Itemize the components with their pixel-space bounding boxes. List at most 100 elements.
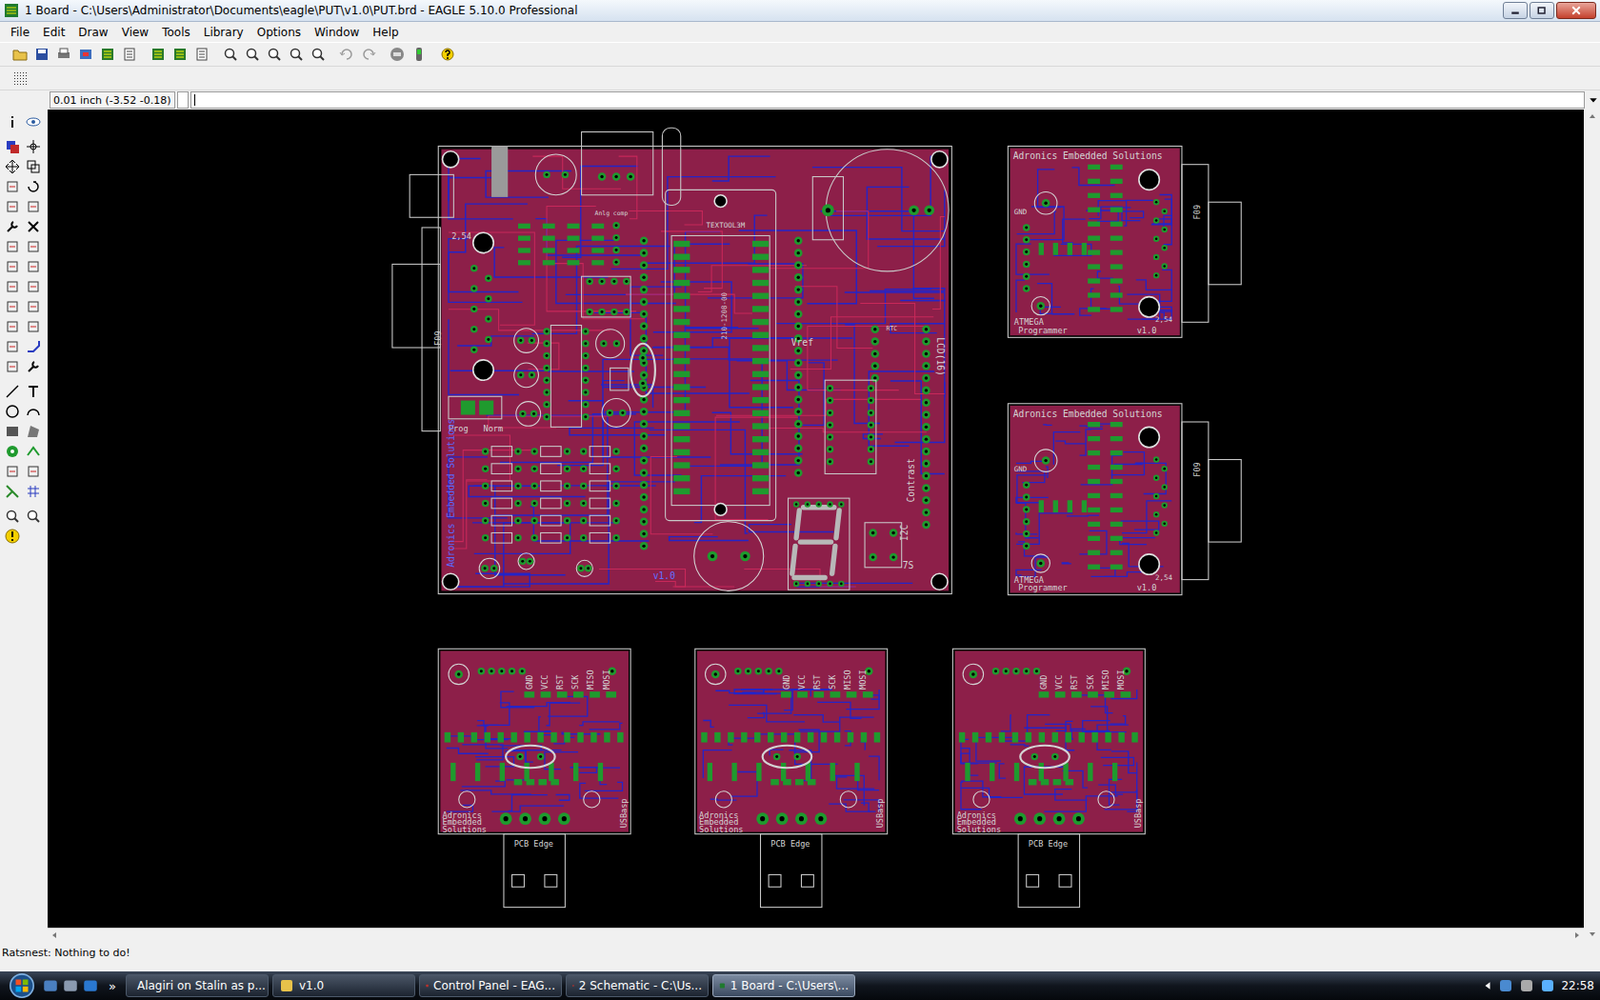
split-tool[interactable] <box>22 316 44 337</box>
mirror-tool[interactable] <box>1 176 23 197</box>
save-button[interactable] <box>31 43 53 65</box>
rect-tool[interactable] <box>1 420 23 441</box>
taskbar-item[interactable]: Control Panel - EAG... <box>419 974 562 998</box>
zoom-button[interactable] <box>307 43 329 65</box>
close-button[interactable] <box>1556 1 1597 20</box>
minimize-button[interactable] <box>1502 1 1528 20</box>
board-button[interactable] <box>169 43 191 65</box>
board-canvas[interactable]: TEXTOOL3M2,54F09ProgNormAnlg comp210-120… <box>47 109 1584 928</box>
start-button[interactable] <box>5 972 39 1000</box>
value-tool[interactable] <box>1 316 23 337</box>
menu-item[interactable]: Library <box>197 23 251 41</box>
warn-tool[interactable] <box>1 525 23 546</box>
zoom-button[interactable] <box>263 43 285 65</box>
zoom-button[interactable] <box>220 43 241 65</box>
menu-item[interactable]: Edit <box>36 23 72 41</box>
menu-item[interactable]: Tools <box>155 23 198 41</box>
explorer-icon[interactable] <box>61 977 80 995</box>
network-icon[interactable] <box>1498 978 1514 994</box>
via-tool[interactable] <box>1 440 23 461</box>
menu-item[interactable]: Help <box>365 23 405 41</box>
rotate-tool[interactable] <box>22 176 44 197</box>
menu-item[interactable]: Window <box>307 23 366 41</box>
paste-tool[interactable] <box>1 236 23 257</box>
desktop-icon[interactable] <box>41 977 60 995</box>
wrench-tool[interactable] <box>1 216 23 237</box>
replace-tool[interactable] <box>1 276 23 297</box>
lock-tool[interactable] <box>22 276 44 297</box>
ie-icon[interactable] <box>81 977 100 995</box>
volume-icon[interactable] <box>1519 978 1535 994</box>
menu-item[interactable]: Options <box>250 23 308 41</box>
pcb-view[interactable]: TEXTOOL3M2,54F09ProgNormAnlg comp210-120… <box>47 109 1584 928</box>
command-input[interactable] <box>190 91 1585 109</box>
copy-tool[interactable] <box>22 156 44 177</box>
add-tool[interactable] <box>1 256 23 277</box>
attr-tool[interactable] <box>22 460 44 481</box>
usbasp-board[interactable]: GNDVCCRSTSCKMISOMOSIAdronicsEmbeddedSolu… <box>438 648 631 907</box>
change-tool[interactable] <box>22 196 44 217</box>
cut-tool[interactable] <box>22 216 44 237</box>
update-icon[interactable] <box>1540 978 1556 994</box>
script-button[interactable] <box>408 43 430 65</box>
delete-tool[interactable] <box>22 236 44 257</box>
menu-item[interactable]: Draw <box>71 23 115 41</box>
vertical-scrollbar[interactable] <box>1583 109 1600 941</box>
taskbar-item[interactable]: 2 Schematic - C:\Us... <box>565 974 709 998</box>
line-tool[interactable] <box>1 380 23 401</box>
command-history-button[interactable] <box>1586 92 1600 108</box>
ripup-tool[interactable] <box>1 356 23 377</box>
taskbar-item[interactable]: Alagiri on Stalin as p... <box>125 974 269 998</box>
mark-tool[interactable] <box>22 136 44 157</box>
horizontal-scrollbar[interactable] <box>47 927 1584 941</box>
board-button[interactable] <box>147 43 169 65</box>
signal-tool[interactable] <box>22 440 44 461</box>
arc-tool[interactable] <box>22 400 44 421</box>
taskbar-item[interactable]: 1 Board - C:\Users\... <box>712 974 856 998</box>
menu-item[interactable]: File <box>3 23 37 41</box>
zoom-button[interactable] <box>241 43 263 65</box>
smash-tool[interactable] <box>1 296 23 317</box>
cam-button[interactable] <box>75 43 97 65</box>
main-board[interactable]: TEXTOOL3M2,54F09ProgNormAnlg comp210-120… <box>392 127 952 594</box>
group-tool[interactable] <box>1 196 23 217</box>
programmer-board[interactable]: Adronics Embedded SolutionsGNDATMEGAProg… <box>1007 403 1241 596</box>
grid-button[interactable] <box>9 67 31 89</box>
circle-tool[interactable] <box>1 400 23 421</box>
usbasp-board[interactable]: GNDVCCRSTSCKMISOMOSIAdronicsEmbeddedSolu… <box>695 648 888 907</box>
undo-button[interactable] <box>336 43 358 65</box>
layers-tool[interactable] <box>1 136 23 157</box>
T-tool[interactable] <box>22 380 44 401</box>
menu-item[interactable]: View <box>115 23 156 41</box>
zoom-tool[interactable] <box>22 505 44 526</box>
usbasp-board[interactable]: GNDVCCRSTSCKMISOMOSIAdronicsEmbeddedSolu… <box>952 648 1145 907</box>
route-tool[interactable] <box>22 336 44 357</box>
name-tool[interactable] <box>22 296 44 317</box>
taskbar-overflow[interactable]: » <box>102 979 122 994</box>
poly-tool[interactable] <box>22 420 44 441</box>
help-button[interactable] <box>437 43 459 65</box>
taskbar-item[interactable]: v1.0 <box>272 974 416 998</box>
grid2-tool[interactable] <box>22 480 44 501</box>
move-tool[interactable] <box>1 156 23 177</box>
optimize-tool[interactable] <box>1 336 23 357</box>
zoom-button[interactable] <box>285 43 307 65</box>
ratsnest-tool[interactable] <box>1 480 23 501</box>
tray-expand-icon[interactable] <box>1482 980 1493 991</box>
print-button[interactable] <box>53 43 75 65</box>
redo-button[interactable] <box>358 43 380 65</box>
doc-button[interactable] <box>119 43 140 65</box>
eye-tool[interactable] <box>22 111 44 132</box>
programmer-board[interactable]: Adronics Embedded SolutionsGNDATMEGAProg… <box>1007 145 1241 338</box>
info-tool[interactable] <box>1 111 23 132</box>
folder-button[interactable] <box>9 43 31 65</box>
clock[interactable]: 22:58 <box>1560 979 1595 993</box>
pinswap-tool[interactable] <box>22 256 44 277</box>
hole-tool[interactable] <box>1 460 23 481</box>
doc-button[interactable] <box>191 43 213 65</box>
zoom-tool[interactable] <box>1 505 23 526</box>
stop-button[interactable] <box>386 43 408 65</box>
board-button[interactable] <box>97 43 119 65</box>
wrench-tool[interactable] <box>22 356 44 377</box>
restore-button[interactable] <box>1529 1 1555 20</box>
